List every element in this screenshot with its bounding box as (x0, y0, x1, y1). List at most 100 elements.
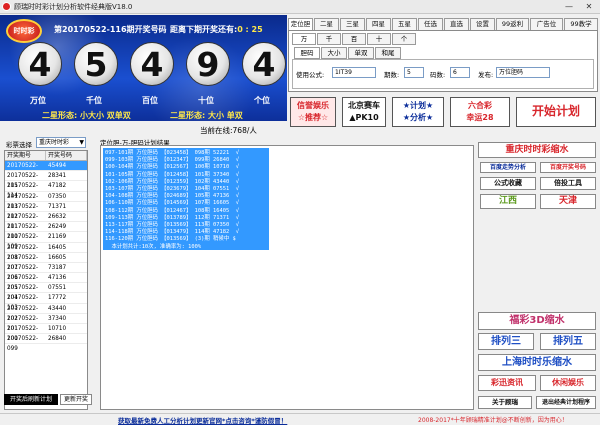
number-cell: 21169 (48, 234, 67, 241)
number-cell: 71371 (48, 203, 67, 210)
ad-liuhecai-button[interactable]: 六合彩 幸运28 (450, 97, 510, 127)
result-line: 116-120期 万位胆码 【013569】 (3)期 稍候中 $ (105, 236, 236, 243)
subtab-shi[interactable]: 十 (367, 33, 391, 45)
start-plan-button[interactable]: 开始计划 (516, 97, 596, 127)
periods-label: 期数: (384, 71, 400, 79)
exit-button[interactable]: 退出经典计划程序 (536, 396, 596, 409)
publish-input[interactable]: 万位胆码 (496, 67, 550, 78)
table-row[interactable]: 20170522-115 28341 (5, 171, 87, 189)
lottery-select[interactable]: 重庆时时彩 ▼ (36, 137, 86, 148)
table-row[interactable]: 20170522-114 47182 (5, 181, 87, 200)
subtab-qian[interactable]: 千 (317, 33, 341, 45)
result-line: 106-110期 万位胆码 【014569】 107期 16605 √ (105, 200, 239, 207)
close-button[interactable]: ✕ (580, 1, 598, 12)
result-line: 100-104期 万位胆码 【012567】 100期 10710 √ (105, 164, 239, 171)
table-row[interactable]: 20170522-113 07350 (5, 192, 87, 210)
result-line: 104-108期 万位胆码 【024689】 105期 47136 √ (105, 193, 239, 200)
period-cell: 20170522-114 (7, 183, 39, 200)
codes-input[interactable]: 6 (450, 67, 470, 78)
number-cell: 43440 (48, 305, 67, 312)
number-cell: 28341 (48, 173, 67, 180)
ball-3: 4 (130, 42, 174, 86)
number-cell: 37340 (48, 315, 67, 322)
publish-label: 发布: (478, 71, 494, 79)
table-row[interactable]: 20170522-105 47136 (5, 273, 87, 291)
table-row[interactable]: 20170522-103 17772 (5, 293, 87, 311)
period-cell: 20170522-108 (7, 244, 39, 261)
table-row[interactable]: 20170522-116 45494 (5, 161, 87, 179)
update-result-button[interactable]: 更新开奖 (60, 394, 92, 405)
pailie3-button[interactable]: 排列三 (478, 333, 534, 350)
result-line: 114-118期 万位胆码 【013479】 114期 47182 √ (105, 229, 239, 236)
baidu-result-button[interactable]: 百度开奖号码 (540, 162, 596, 173)
ad-xinyu-button[interactable]: 信誉娱乐 ☆推荐☆ (290, 97, 336, 127)
ad-pk10-button[interactable]: 北京赛车 ▲PK10 (342, 97, 386, 127)
jiangxi-button[interactable]: 江西 (480, 194, 536, 209)
formula-fav-button[interactable]: 公式收藏 (480, 177, 536, 190)
app-logo: 时时彩 (6, 19, 42, 43)
table-row[interactable]: 20170522-111 26632 (5, 212, 87, 230)
table-row[interactable]: 20170522-100 10710 (5, 324, 87, 342)
ball-4: 9 (186, 42, 230, 86)
table-row[interactable]: 20170522-101 37340 (5, 314, 87, 332)
history-list[interactable]: 开奖期号 开奖号码 20170522-116 45494 20170522-115 28… (4, 150, 88, 410)
number-cell: 17772 (48, 295, 67, 302)
table-row[interactable]: 20170522-112 71371 (5, 202, 87, 220)
news-button[interactable]: 彩迅资讯 (478, 375, 536, 391)
subtab-hewei[interactable]: 和尾 (375, 47, 401, 59)
period-cell: 20170522-099 (7, 336, 39, 353)
online-count: 当前在线:768/人 (200, 126, 257, 135)
baidu-trend-button[interactable]: 百度走势分析 (480, 162, 536, 173)
table-row[interactable]: 20170522-102 43440 (5, 304, 87, 322)
number-cell: 10710 (48, 326, 67, 332)
position-label: 十位 (198, 96, 214, 105)
period-cell: 20170522-104 (7, 285, 39, 302)
multiplier-tool-button[interactable]: 倍投工具 (540, 177, 596, 190)
number-cell: 47182 (48, 183, 67, 190)
periods-input[interactable]: 5 (404, 67, 424, 78)
pailie5-button[interactable]: 排列五 (540, 333, 596, 350)
table-row[interactable]: 20170522-104 07551 (5, 283, 87, 302)
status-bar: 获取最新免费人工分析计划更新官网*点击咨询*谨防假冒！ 2008-2017*十年… (0, 413, 600, 425)
refresh-checkbox[interactable]: 开奖后刷新计划 (4, 394, 58, 405)
table-row[interactable]: 20170522-099 26840 (5, 334, 87, 353)
leisure-button[interactable]: 休闲娱乐 (540, 375, 596, 391)
formula-input[interactable]: 1IT39 (332, 67, 376, 78)
next-draw-label: 距离下期开奖还有:0 : 25 (170, 25, 263, 34)
minimize-button[interactable]: — (560, 1, 578, 12)
result-line: 101-105期 万位胆码 【012458】 101期 37340 √ (105, 171, 239, 178)
official-site-link[interactable]: 获取最新免费人工分析计划更新官网*点击咨询*谨防假冒！ (118, 415, 287, 425)
fc3d-shrink-button[interactable]: 福彩3D缩水 (478, 312, 596, 330)
tianjin-button[interactable]: 天津 (540, 194, 596, 209)
result-line: 109-113期 万位胆码 【013789】 112期 71371 √ (105, 214, 239, 221)
chevron-down-icon: ▼ (79, 139, 84, 146)
period-cell: 20170522-107 (7, 254, 39, 271)
subtab-bai[interactable]: 百 (342, 33, 366, 45)
table-row[interactable]: 20170522-107 16605 (5, 253, 87, 271)
ad-plan-button[interactable]: ★计划★ ★分析★ (392, 97, 444, 127)
subtab-danma[interactable]: 胆码 (294, 47, 320, 59)
subtab-ge[interactable]: 个 (392, 33, 416, 45)
window-title: 顾瑞时时彩计划分析软件经典版V18.0 (14, 3, 133, 11)
result-line: 108-112期 万位胆码 【012467】 108期 16405 √ (105, 207, 239, 214)
table-row[interactable]: 20170522-106 73187 (5, 263, 87, 281)
number-cell: 16405 (48, 244, 67, 251)
period-cell: 20170522-106 (7, 264, 39, 281)
form-text-2: 二星形态: 大小 单双 (170, 111, 243, 120)
result-panel[interactable]: 097-101期 万位胆码 【023458】 098期 52221 √ 099-1… (100, 145, 474, 410)
result-line: 本计划共计:10次, 准确率为: 100% (105, 243, 202, 250)
shanghai-shrink-button[interactable]: 上海时时乐缩水 (478, 354, 596, 371)
ball-5: 4 (242, 42, 286, 86)
about-button[interactable]: 关于顾瑞 (478, 396, 532, 409)
table-row[interactable]: 20170522-110 26249 (5, 222, 87, 241)
cq-shrink-button[interactable]: 重庆时时彩缩水 (478, 142, 596, 158)
table-row[interactable]: 20170522-108 16405 (5, 243, 87, 261)
subtab-wan[interactable]: 万 (292, 33, 316, 45)
number-cell: 16605 (48, 254, 67, 261)
table-row[interactable]: 20170522-109 21169 (5, 232, 87, 250)
position-label: 个位 (254, 96, 270, 105)
subtab-daxiao[interactable]: 大小 (321, 47, 347, 59)
current-period-label: 第20170522-116期开奖号码 (54, 25, 167, 34)
subtab-danshuang[interactable]: 单双 (348, 47, 374, 59)
period-cell: 20170522-110 (7, 224, 39, 241)
